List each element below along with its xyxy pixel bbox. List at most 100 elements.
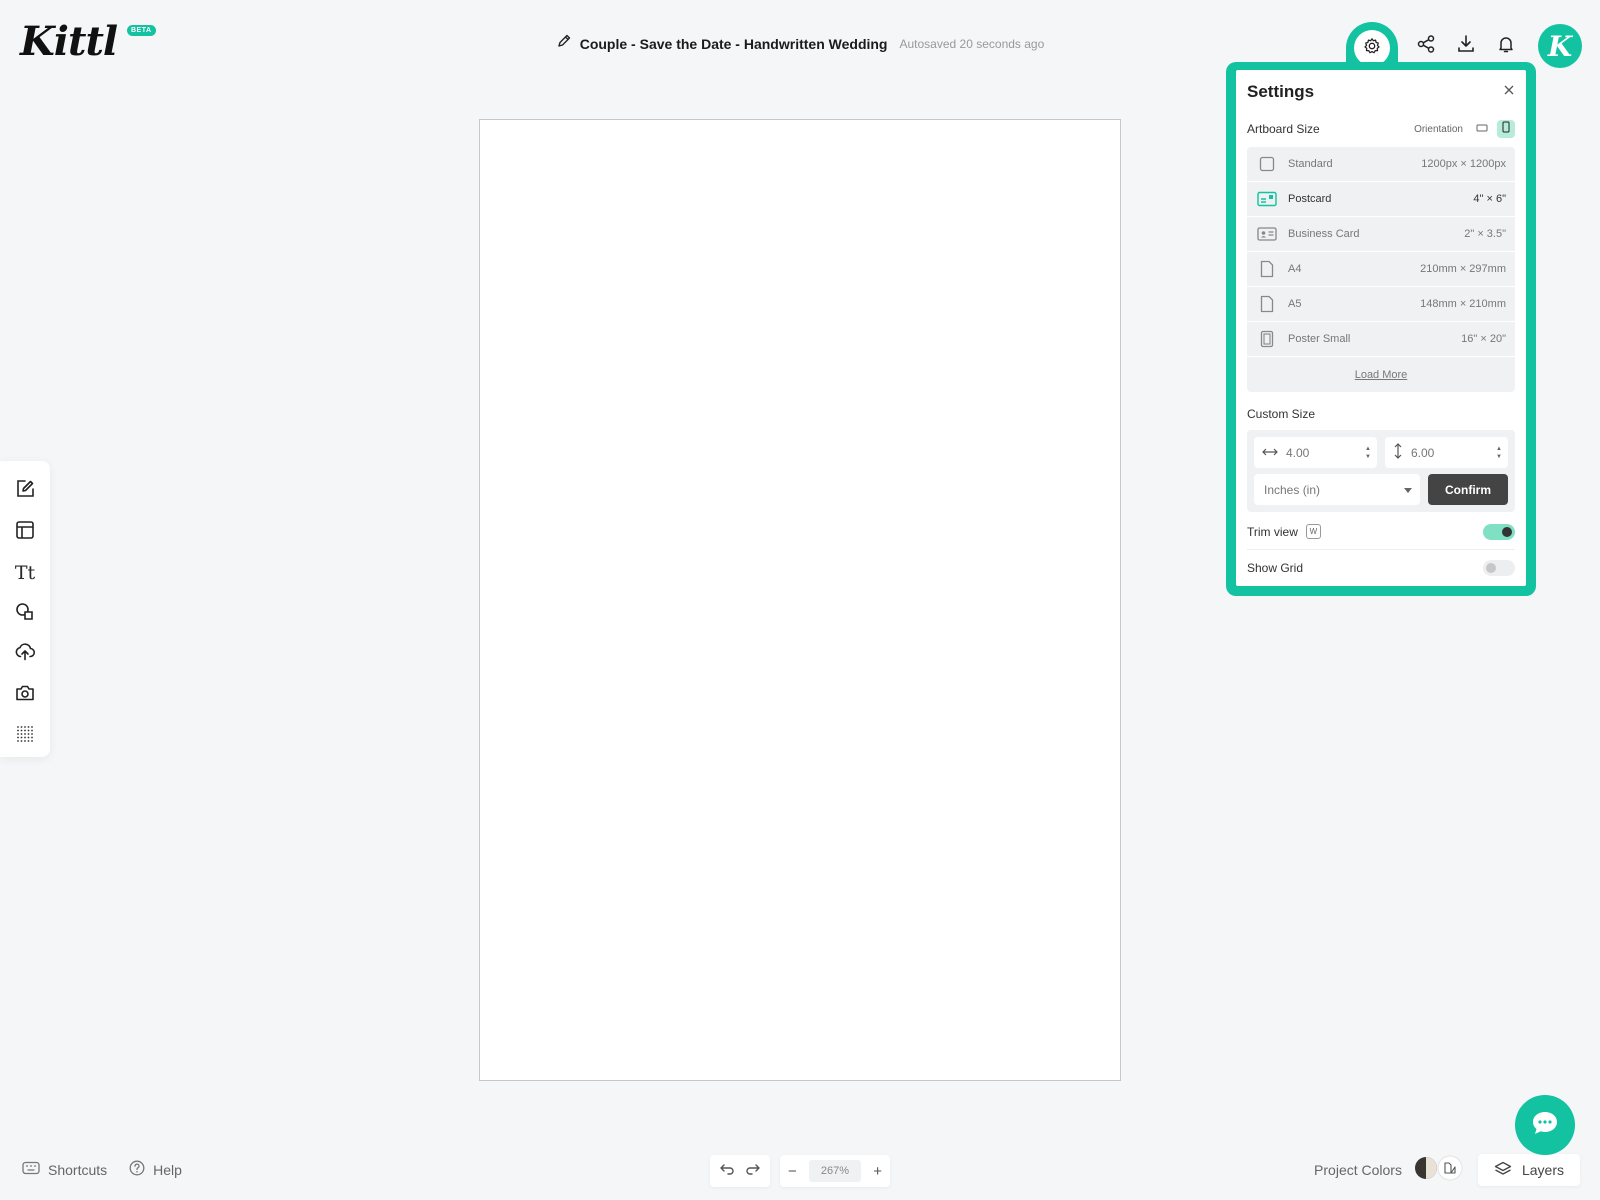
size-option-business-card[interactable]: Business Card 2" × 3.5" [1247,217,1515,252]
width-input[interactable]: 4.00 ▲ ▼ [1254,437,1377,468]
size-option-label: Poster Small [1288,333,1351,345]
custom-size-box: 4.00 ▲ ▼ 6.00 ▲ ▼ Inches (in) Confirm [1247,430,1515,512]
size-option-a5[interactable]: A5 148mm × 210mm [1247,287,1515,322]
chat-support-button[interactable] [1515,1095,1575,1155]
camera-icon [14,682,36,709]
keyboard-icon [22,1161,40,1178]
chevron-down-icon [1404,483,1412,497]
layers-icon [1494,1161,1512,1180]
size-option-label: A4 [1288,263,1302,275]
orientation-control: Orientation [1414,120,1515,138]
trim-view-toggle[interactable] [1483,523,1515,540]
grid-icon [16,725,34,748]
trim-view-label: Trim view [1247,524,1298,539]
color-swatch-icon [1414,1154,1466,1187]
landscape-button[interactable] [1473,120,1491,138]
orientation-label: Orientation [1414,123,1463,135]
width-value: 4.00 [1286,445,1310,460]
size-option-dims: 16" × 20" [1461,333,1506,345]
trim-view-shortcut: W [1305,524,1321,539]
document-title[interactable]: Couple - Save the Date - Handwritten Wed… [580,36,888,52]
unit-value: Inches (in) [1264,482,1321,497]
upload-icon [14,641,36,668]
redo-icon[interactable] [745,1162,761,1180]
show-grid-row: Show Grid [1247,550,1515,586]
project-colors-toggle[interactable] [1414,1154,1466,1187]
history-controls [710,1155,770,1187]
business-card-icon [1257,224,1277,244]
show-grid-label: Show Grid [1247,561,1304,575]
edit-tool[interactable] [5,471,45,512]
text-tool[interactable]: Tt [5,553,45,594]
bottom-left-links: Shortcuts Help [22,1160,182,1179]
size-option-dims: 1200px × 1200px [1421,158,1506,170]
layers-button[interactable]: Layers [1477,1154,1580,1186]
confirm-button[interactable]: Confirm [1428,474,1508,505]
page-icon [1257,294,1277,314]
size-option-standard[interactable]: Standard 1200px × 1200px [1247,147,1515,182]
photos-tool[interactable] [5,675,45,716]
artboard-canvas[interactable] [479,119,1121,1081]
settings-title: Settings [1247,82,1315,101]
size-option-label: Business Card [1288,228,1360,240]
portrait-button[interactable] [1497,120,1515,138]
size-option-dims: 4" × 6" [1473,193,1506,205]
size-option-label: A5 [1288,298,1302,310]
shortcuts-label: Shortcuts [48,1161,108,1178]
left-toolbar: Tt [0,461,50,757]
zoom-level[interactable]: 267% [808,1160,862,1182]
shortcuts-link[interactable]: Shortcuts [22,1161,107,1178]
chat-bubble-icon [1531,1110,1559,1141]
size-option-label: Standard [1288,158,1333,170]
height-value: 6.00 [1411,445,1435,460]
undo-icon[interactable] [719,1162,735,1180]
portrait-icon [1501,120,1511,138]
upload-tool[interactable] [5,634,45,675]
shapes-tool[interactable] [5,594,45,635]
more-tool[interactable] [5,716,45,757]
size-option-dims: 2" × 3.5" [1464,228,1506,240]
share-icon [1416,34,1436,59]
postcard-icon [1257,189,1277,209]
shapes-icon [14,601,36,628]
width-stepper[interactable]: ▲ ▼ [1365,445,1371,461]
zoom-out-button[interactable]: − [788,1163,797,1180]
avatar[interactable]: K [1538,24,1582,68]
layers-label: Layers [1521,1162,1564,1178]
zoom-in-button[interactable]: + [873,1163,882,1180]
help-link[interactable]: Help [129,1160,182,1179]
custom-size-label: Custom Size [1247,407,1316,421]
landscape-icon [1476,120,1488,138]
text-icon: Tt [14,562,36,585]
size-option-dims: 148mm × 210mm [1420,298,1506,310]
size-option-a4[interactable]: A4 210mm × 297mm [1247,252,1515,287]
templates-icon [14,519,36,546]
zoom-controls: − 267% + [780,1155,890,1187]
size-option-dims: 210mm × 297mm [1420,263,1506,275]
unit-select[interactable]: Inches (in) [1254,474,1420,505]
show-grid-toggle[interactable] [1483,560,1515,576]
artboard-size-list: Standard 1200px × 1200px Postcard 4" × 6… [1247,147,1515,392]
height-arrow-icon [1393,443,1403,462]
height-stepper[interactable]: ▲ ▼ [1496,445,1502,461]
download-icon [1456,34,1476,59]
poster-icon [1257,329,1277,349]
size-option-postcard[interactable]: Postcard 4" × 6" [1247,182,1515,217]
help-icon [129,1160,145,1179]
square-icon [1257,154,1277,174]
size-option-label: Postcard [1288,193,1332,205]
close-icon[interactable] [1503,83,1515,101]
templates-tool[interactable] [5,512,45,553]
size-option-poster-small[interactable]: Poster Small 16" × 20" [1247,322,1515,357]
load-more-link[interactable]: Load More [1247,357,1515,392]
width-arrow-icon [1262,446,1278,460]
pencil-icon[interactable] [556,33,572,54]
help-label: Help [153,1161,182,1178]
project-colors-label: Project Colors [1314,1162,1402,1178]
artboard-size-label: Artboard Size [1247,122,1320,136]
height-input[interactable]: 6.00 ▲ ▼ [1385,437,1508,468]
edit-icon [14,478,36,505]
settings-icon [1363,37,1381,60]
bell-icon [1496,34,1516,59]
autosave-status: Autosaved 20 seconds ago [899,36,1045,51]
